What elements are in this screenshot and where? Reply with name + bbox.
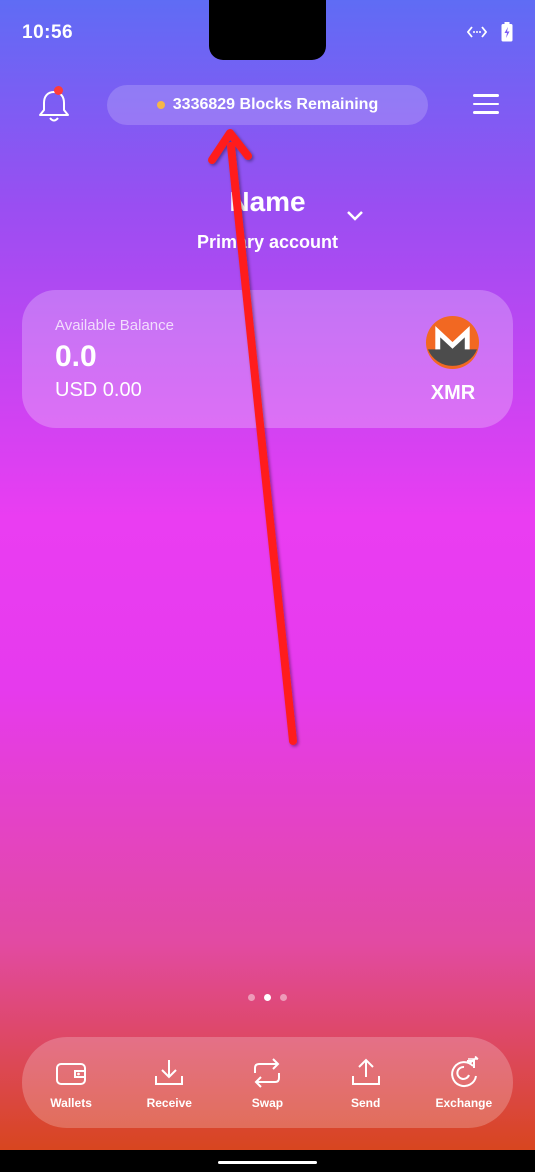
wallet-name[interactable]: Name (0, 186, 535, 218)
account-label[interactable]: Primary account (0, 232, 535, 253)
sync-status-text: 3336829 Blocks Remaining (172, 96, 379, 113)
swap-icon (254, 1057, 281, 1088)
top-bar: 3336829 Blocks Remaining (0, 84, 535, 128)
page-dot (280, 994, 287, 1001)
swap-button[interactable]: Swap (226, 1056, 308, 1110)
data-transfer-icon (467, 26, 487, 38)
sync-status-dot (156, 101, 165, 109)
home-indicator[interactable] (218, 1161, 317, 1164)
bottom-action-bar: Wallets Receive Swap Send Exchange (22, 1037, 513, 1128)
monero-logo-icon (425, 315, 480, 370)
sync-status-pill[interactable]: 3336829 Blocks Remaining (107, 85, 428, 125)
currency-label: XMR (430, 382, 476, 404)
wallets-label: Wallets (50, 1095, 92, 1110)
page-dot-active (264, 994, 271, 1001)
exchange-icon (451, 1055, 479, 1087)
camera-notch (209, 0, 326, 60)
available-balance-label: Available Balance (55, 317, 174, 334)
receive-label: Receive (146, 1095, 192, 1110)
balance-card[interactable]: Available Balance 0.0 USD 0.00 XMR (22, 290, 513, 428)
page-dot (248, 994, 255, 1001)
exchange-label: Exchange (435, 1095, 493, 1110)
status-bar: 10:56 (0, 0, 535, 64)
app-screen (0, 0, 535, 1150)
wallet-icon (56, 1062, 87, 1085)
upload-icon (351, 1058, 380, 1085)
chevron-down-icon[interactable] (344, 208, 366, 224)
notification-dot (54, 86, 63, 95)
swap-label: Swap (251, 1095, 284, 1110)
exchange-button[interactable]: Exchange (423, 1055, 505, 1110)
battery-charging-icon (501, 22, 513, 42)
send-label: Send (350, 1095, 381, 1110)
page-indicator (0, 994, 535, 1001)
status-icons (467, 22, 513, 42)
status-time: 10:56 (22, 22, 74, 43)
receive-button[interactable]: Receive (128, 1056, 210, 1110)
send-button[interactable]: Send (325, 1056, 407, 1110)
fiat-balance: USD 0.00 (55, 379, 142, 401)
wallets-button[interactable]: Wallets (30, 1056, 112, 1110)
download-icon (155, 1059, 184, 1085)
balance-value: 0.0 (55, 340, 97, 373)
hamburger-menu-icon[interactable] (473, 94, 499, 116)
